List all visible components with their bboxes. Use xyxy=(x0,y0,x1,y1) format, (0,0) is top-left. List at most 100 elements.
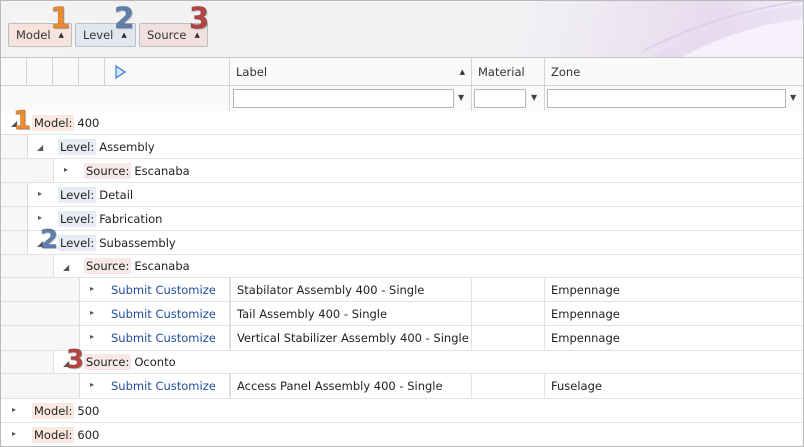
command-cell: Submit Customize xyxy=(105,326,230,350)
material-cell xyxy=(472,302,545,325)
column-header-label-text: Label xyxy=(236,64,268,79)
group-caption: Source: xyxy=(84,354,132,370)
group-label: Level: Fabrication xyxy=(58,211,162,227)
zone-filter-input[interactable] xyxy=(547,89,786,108)
expand-row-arrow-icon[interactable]: ▸ xyxy=(90,332,94,341)
group-row-model-600[interactable]: ▸ Model: 600 xyxy=(1,423,803,446)
submit-customize-link[interactable]: Submit Customize xyxy=(111,283,216,297)
group-label: Level: Assembly xyxy=(58,139,155,155)
command-cell: Submit Customize xyxy=(105,278,230,301)
indent-header xyxy=(79,58,105,85)
expand-arrow-icon[interactable]: ▸ xyxy=(38,213,42,222)
indent-spacer xyxy=(1,159,28,182)
column-header-zone[interactable]: Zone xyxy=(545,58,803,85)
group-caption: Level: xyxy=(58,187,97,203)
indent-header xyxy=(53,58,79,85)
badge-number-2: 2 xyxy=(113,1,135,35)
expand-arrow-icon[interactable]: ▸ xyxy=(38,189,42,198)
submit-customize-link[interactable]: Submit Customize xyxy=(111,331,216,345)
indent-spacer xyxy=(1,135,28,158)
expand-row-arrow-icon[interactable]: ▸ xyxy=(90,380,94,389)
collapse-arrow-icon[interactable]: ◢ xyxy=(63,263,69,272)
sort-ascending-icon[interactable]: ▲ xyxy=(460,68,465,76)
indent-spacer xyxy=(1,351,28,373)
column-header-material-text: Material xyxy=(478,64,525,79)
group-caption: Model: xyxy=(32,403,75,419)
expand-arrow-icon[interactable]: ▸ xyxy=(12,405,16,414)
group-row-source-escanaba[interactable]: ▸ Source: Escanaba xyxy=(1,159,803,183)
filter-funnel-icon[interactable]: ▼ xyxy=(531,93,537,102)
group-row-model-400[interactable]: ◢ 1 Model: 400 xyxy=(1,107,803,136)
group-label: Model: 400 xyxy=(32,115,99,131)
group-chip-source-label: Source xyxy=(147,28,187,42)
expand-arrow-icon[interactable]: ▸ xyxy=(12,429,16,438)
badge-number-2: 2 xyxy=(39,225,59,255)
badge-number-3: 3 xyxy=(188,1,210,35)
group-row-source-oconto[interactable]: ◢ 3 Source: Oconto xyxy=(1,346,803,375)
group-chip-level-label: Level xyxy=(83,28,114,42)
data-grid: Model ▲ 1 Level ▲ 2 Source ▲ 3 Label ▲ M… xyxy=(0,0,804,447)
zone-cell: Fuselage xyxy=(551,379,602,393)
group-value: Escanaba xyxy=(134,164,190,178)
label-cell: Access Panel Assembly 400 - Single xyxy=(230,374,472,398)
filter-cell-label: ▼ xyxy=(230,86,472,111)
table-row[interactable]: ▸ Submit Customize Vertical Stabilizer A… xyxy=(1,326,803,351)
group-row-level-assembly[interactable]: ◢ Level: Assembly xyxy=(1,135,803,159)
expand-arrow-icon[interactable]: ▸ xyxy=(64,165,68,174)
indent-spacer xyxy=(1,183,28,206)
indent-spacer xyxy=(1,231,28,254)
indent-spacer xyxy=(1,255,28,277)
material-filter-input[interactable] xyxy=(474,89,526,108)
group-value: Escanaba xyxy=(134,259,190,273)
decorative-swoosh xyxy=(623,1,803,57)
zone-cell: Empennage xyxy=(551,306,620,321)
group-value: Detail xyxy=(99,188,134,202)
collapse-arrow-icon[interactable]: ◢ xyxy=(37,143,43,152)
group-caption: Source: xyxy=(84,163,132,179)
group-row-model-500[interactable]: ▸ Model: 500 xyxy=(1,399,803,423)
table-row[interactable]: ▸ Submit Customize Access Panel Assembly… xyxy=(1,374,803,399)
indent-spacer xyxy=(27,326,54,350)
submit-customize-link[interactable]: Submit Customize xyxy=(111,379,216,393)
table-row[interactable]: ▸ Submit Customize Tail Assembly 400 - S… xyxy=(1,302,803,326)
command-cell: Submit Customize xyxy=(105,302,230,325)
indent-spacer xyxy=(27,278,54,301)
indent-spacer xyxy=(27,159,54,182)
column-header-material[interactable]: Material xyxy=(472,58,545,85)
group-row-level-subassembly[interactable]: ◢ 2 Level: Subassembly xyxy=(1,226,803,255)
filter-funnel-icon[interactable]: ▼ xyxy=(790,93,796,102)
group-value: Subassembly xyxy=(99,236,176,250)
zone-cell: Empennage xyxy=(551,282,620,297)
group-label: Level: Detail xyxy=(58,187,133,203)
expand-row-arrow-icon[interactable]: ▸ xyxy=(90,284,94,293)
indent-spacer xyxy=(1,278,28,301)
group-caption: Source: xyxy=(84,258,132,274)
filter-funnel-icon[interactable]: ▼ xyxy=(458,93,464,102)
indent-header xyxy=(1,58,27,85)
material-cell xyxy=(472,278,545,301)
group-row-source-escanaba[interactable]: ◢ Source: Escanaba xyxy=(1,255,803,278)
group-label: Model: 600 xyxy=(32,427,99,443)
group-row-level-detail[interactable]: ▸ Level: Detail xyxy=(1,183,803,207)
table-row[interactable]: ▸ Submit Customize Stabilator Assembly 4… xyxy=(1,278,803,302)
group-value: Oconto xyxy=(134,355,176,369)
group-row-level-fabrication[interactable]: ▸ Level: Fabrication xyxy=(1,207,803,231)
command-column-header[interactable] xyxy=(105,58,230,85)
group-by-panel: Model ▲ 1 Level ▲ 2 Source ▲ 3 xyxy=(1,1,803,58)
filter-cell-material: ▼ xyxy=(472,86,545,111)
play-icon[interactable] xyxy=(113,64,127,79)
expand-row-arrow-icon[interactable]: ▸ xyxy=(90,308,94,317)
column-header-label[interactable]: Label ▲ xyxy=(230,58,472,85)
label-cell: Tail Assembly 400 - Single xyxy=(230,302,472,325)
column-header-row: Label ▲ Material Zone xyxy=(1,58,803,86)
indent-spacer xyxy=(1,302,28,325)
group-value: 400 xyxy=(77,116,100,130)
label-filter-input[interactable] xyxy=(233,89,454,108)
column-header-zone-text: Zone xyxy=(551,64,581,79)
indent-spacer xyxy=(53,278,80,301)
group-caption: Level: xyxy=(58,235,97,251)
submit-customize-link[interactable]: Submit Customize xyxy=(111,307,216,321)
indent-header xyxy=(27,58,53,85)
filter-cell-zone: ▼ xyxy=(545,86,803,111)
indent-spacer xyxy=(1,374,28,398)
